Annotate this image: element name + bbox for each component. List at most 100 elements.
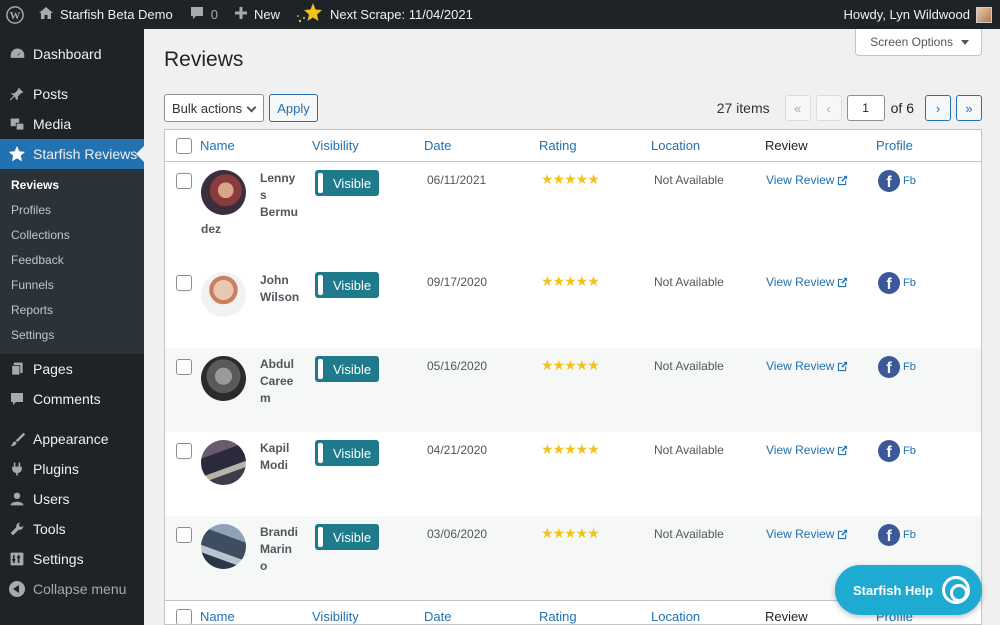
menu-users[interactable]: Users [0,484,144,514]
admin-bar: W Starfish Beta Demo 0 New Next Scrape: … [0,0,1000,29]
row-checkbox[interactable] [176,275,192,291]
col-date[interactable]: Date [424,138,451,153]
table-row: Lenny s Bermu dez Visible 06/11/2021 ★★★★★ … [165,162,981,264]
apply-button[interactable]: Apply [269,94,318,122]
profile-link[interactable]: f Fb [878,524,916,546]
new-label: New [253,7,280,22]
profile-link[interactable]: f Fb [878,356,916,378]
col-location[interactable]: Location [651,138,700,153]
col-name-footer[interactable]: Name [200,609,235,624]
menu-appearance[interactable]: Appearance [0,424,144,454]
next-page-button[interactable]: › [925,95,951,121]
submenu-reports[interactable]: Reports [0,298,144,323]
submenu-profiles[interactable]: Profiles [0,198,144,223]
external-link-icon [838,445,848,455]
view-review-link[interactable]: View Review [766,275,848,289]
visibility-toggle[interactable]: Visible [315,524,379,550]
review-date: 04/21/2020 [427,443,488,457]
submenu-funnels[interactable]: Funnels [0,273,144,298]
menu-settings[interactable]: Settings [0,544,144,574]
row-checkbox[interactable] [176,527,192,543]
reviewer-name: Kapil Modi [260,441,290,472]
bulk-actions-select[interactable]: Bulk actions [164,94,264,122]
menu-label: Appearance [33,431,109,447]
menu-pages[interactable]: Pages [0,354,144,384]
settings-icon [8,550,26,568]
review-date: 09/17/2020 [427,275,488,289]
profile-link[interactable]: f Fb [878,170,916,192]
my-account-menu[interactable]: Howdy, Lyn Wildwood [836,0,1000,29]
select-all-checkbox[interactable] [176,137,192,154]
external-link-icon [838,529,848,539]
profile-link[interactable]: f Fb [878,440,916,462]
user-icon [8,490,26,508]
menu-comments[interactable]: Comments [0,384,144,414]
site-name-link[interactable]: Starfish Beta Demo [30,0,181,29]
comments-link[interactable]: 0 [181,0,226,29]
review-date: 05/16/2020 [427,359,488,373]
view-review-link[interactable]: View Review [766,359,848,373]
screen-options-button[interactable]: Screen Options [855,29,982,56]
row-checkbox[interactable] [176,443,192,459]
submenu-reviews[interactable]: Reviews [0,173,144,198]
visibility-toggle[interactable]: Visible [315,440,379,466]
bulk-actions-value: Bulk actions [172,100,243,116]
screen-options-label: Screen Options [870,35,953,49]
col-date-footer[interactable]: Date [424,609,451,624]
menu-posts[interactable]: Posts [0,79,144,109]
review-date: 03/06/2020 [427,527,488,541]
submenu-collections[interactable]: Collections [0,223,144,248]
review-date: 06/11/2021 [427,173,487,187]
menu-dashboard[interactable]: Dashboard [0,39,144,69]
menu-plugins[interactable]: Plugins [0,454,144,484]
prev-page-button[interactable]: ‹ [815,95,842,121]
col-name[interactable]: Name [200,138,235,153]
current-page-input[interactable]: 1 [846,95,885,121]
wordpress-logo-icon[interactable]: W [0,0,30,29]
select-all-checkbox-footer[interactable] [176,608,192,624]
col-rating-footer[interactable]: Rating [539,609,577,624]
collapse-menu-button[interactable]: Collapse menu [0,574,144,604]
reviewer-name: Abdul Caree m [260,357,294,405]
table-header: Name Visibility Date Rating Location Rev… [165,130,981,162]
main-content: Screen Options Reviews Bulk actions Appl… [144,29,1000,625]
submenu-settings[interactable]: Settings [0,323,144,348]
new-content-link[interactable]: New [226,0,288,29]
col-visibility[interactable]: Visibility [312,138,359,153]
reviews-table: Name Visibility Date Rating Location Rev… [164,129,982,625]
menu-media[interactable]: Media [0,109,144,139]
admin-sidebar: Dashboard Posts Media Starfish Reviews R… [0,29,144,625]
visibility-toggle[interactable]: Visible [315,272,379,298]
row-checkbox[interactable] [176,359,192,375]
col-profile[interactable]: Profile [876,138,913,153]
review-location: Not Available [654,443,724,457]
next-scrape-item[interactable]: Next Scrape: 11/04/2021 [288,0,481,29]
menu-label: Users [33,491,70,507]
col-visibility-footer[interactable]: Visibility [312,609,359,624]
svg-text:W: W [10,10,21,22]
submenu-feedback[interactable]: Feedback [0,248,144,273]
col-rating[interactable]: Rating [539,138,577,153]
menu-label: Media [33,116,72,132]
review-location: Not Available [654,359,724,373]
menu-starfish-reviews[interactable]: Starfish Reviews [0,139,144,169]
pin-icon [8,85,26,103]
review-location: Not Available [654,275,724,289]
last-page-button[interactable]: » [956,95,982,121]
view-review-link[interactable]: View Review [766,443,848,457]
visibility-toggle[interactable]: Visible [315,356,379,382]
rating-stars: ★★★★★ [541,171,600,187]
review-location: Not Available [654,173,724,187]
first-page-button[interactable]: « [784,95,811,121]
profile-link[interactable]: f Fb [878,272,916,294]
view-review-link[interactable]: View Review [766,527,848,541]
col-location-footer[interactable]: Location [651,609,700,624]
total-pages: of 6 [890,100,914,116]
visibility-toggle[interactable]: Visible [315,170,379,196]
menu-tools[interactable]: Tools [0,514,144,544]
comment-bubble-icon [189,5,205,24]
view-review-link[interactable]: View Review [766,173,848,187]
starfish-help-button[interactable]: Starfish Help [835,565,982,615]
facebook-icon: f [878,272,900,294]
row-checkbox[interactable] [176,173,192,189]
